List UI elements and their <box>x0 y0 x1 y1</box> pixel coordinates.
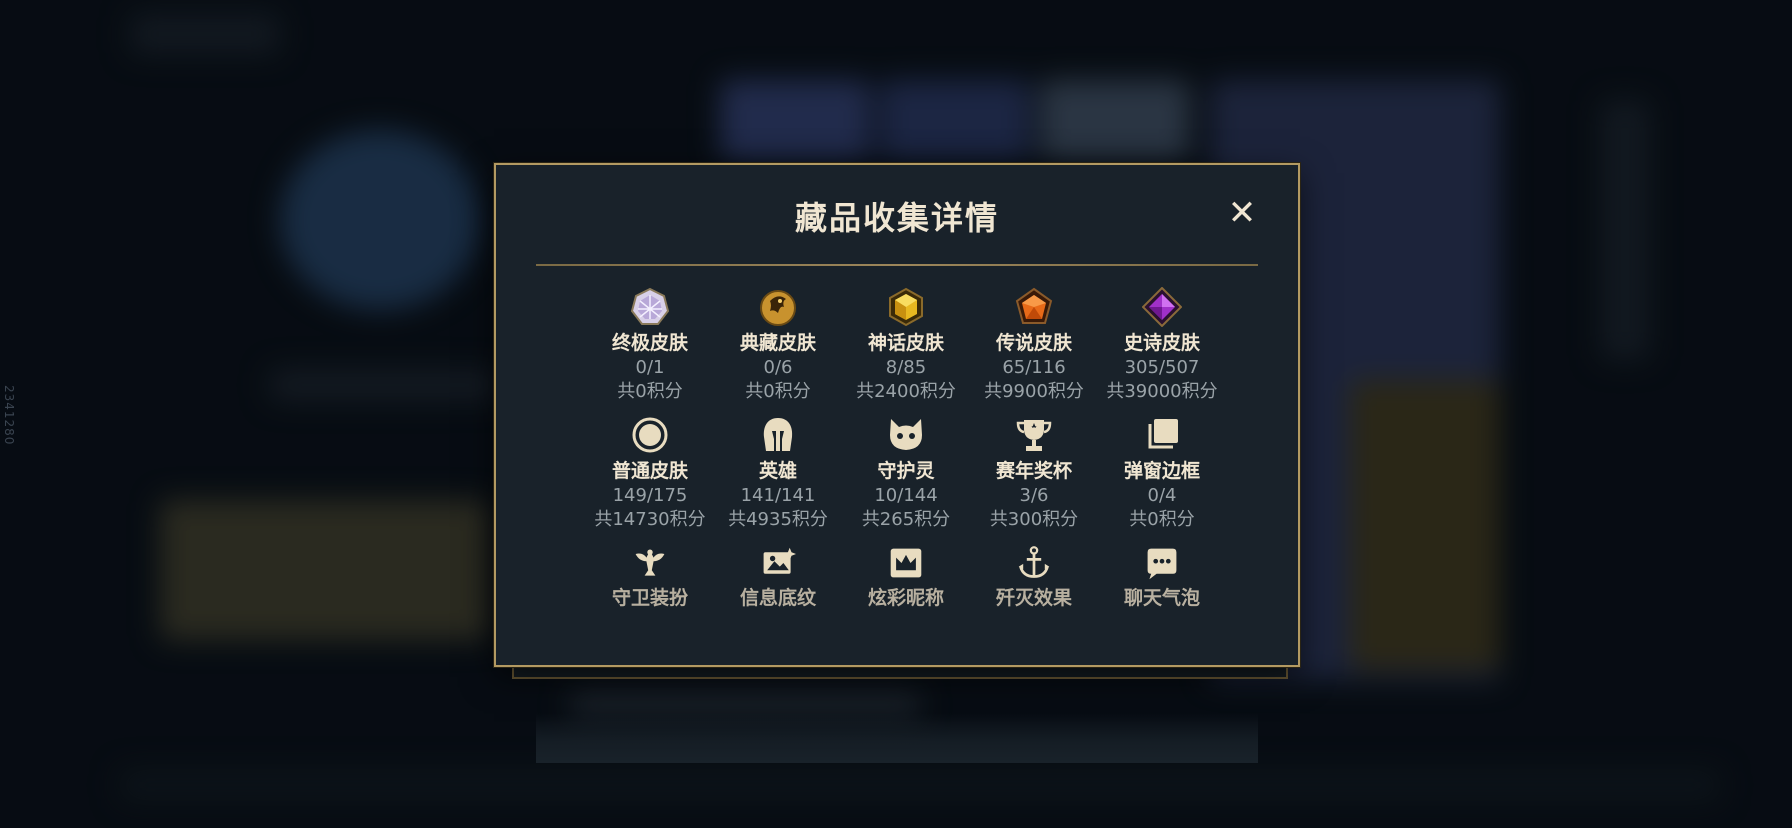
item-label: 守卫装扮 <box>611 587 688 609</box>
profile-banner-icon <box>756 541 800 584</box>
item-label: 典藏皮肤 <box>739 332 816 354</box>
ward-skin-icon <box>628 541 672 584</box>
modal-title: 藏品收集详情 <box>794 199 999 237</box>
item-points: 共0积分 <box>617 381 683 402</box>
item-points: 共9900积分 <box>984 381 1084 402</box>
legendary-skin-gem-icon <box>1012 285 1056 329</box>
collection-item-epic-skin[interactable]: 史诗皮肤 305/507 共39000积分 <box>1098 285 1226 413</box>
champion-helmet-icon <box>756 413 800 457</box>
item-points: 共14730积分 <box>594 509 706 530</box>
collection-row: 普通皮肤 149/175 共14730积分 英雄 141/141 共4935积分… <box>586 413 1226 541</box>
treasured-skin-dragon-icon <box>756 285 800 329</box>
item-points: 共2400积分 <box>856 381 956 402</box>
collection-item-treasured-skin[interactable]: 典藏皮肤 0/6 共0积分 <box>714 285 842 413</box>
item-points: 共300积分 <box>989 509 1079 530</box>
season-trophy-icon <box>1012 413 1056 457</box>
item-label: 史诗皮肤 <box>1123 332 1200 354</box>
collection-item-chat-bubble[interactable]: 聊天气泡 <box>1098 541 1226 611</box>
item-count: 65/116 <box>1002 357 1066 378</box>
annihilation-effect-anchor-icon <box>1012 541 1056 584</box>
collection-item-profile-banner[interactable]: 信息底纹 <box>714 541 842 611</box>
item-label: 歼灭效果 <box>995 587 1072 609</box>
guardian-cat-icon <box>884 413 928 457</box>
colored-nickname-crown-icon <box>884 541 928 584</box>
collection-item-annihilation-effect[interactable]: 歼灭效果 <box>970 541 1098 611</box>
collection-item-common-skin[interactable]: 普通皮肤 149/175 共14730积分 <box>586 413 714 541</box>
item-count: 305/507 <box>1124 357 1200 378</box>
collection-row: 终极皮肤 0/1 共0积分 典藏皮肤 0/6 共0积分 神话皮肤 8/85 共2… <box>586 285 1226 413</box>
collection-item-colored-nickname[interactable]: 炫彩昵称 <box>842 541 970 611</box>
item-label: 赛年奖杯 <box>995 460 1072 482</box>
item-count: 3/6 <box>1019 485 1049 506</box>
collection-item-season-trophy[interactable]: 赛年奖杯 3/6 共300积分 <box>970 413 1098 541</box>
title-divider <box>536 264 1258 266</box>
collection-grid: 终极皮肤 0/1 共0积分 典藏皮肤 0/6 共0积分 神话皮肤 8/85 共2… <box>586 285 1226 611</box>
item-points: 共0积分 <box>745 381 811 402</box>
item-count: 149/175 <box>612 485 688 506</box>
item-points: 共39000积分 <box>1106 381 1218 402</box>
collection-item-popup-frame[interactable]: 弹窗边框 0/4 共0积分 <box>1098 413 1226 541</box>
collection-item-ultimate-skin[interactable]: 终极皮肤 0/1 共0积分 <box>586 285 714 413</box>
epic-skin-gem-icon <box>1140 285 1184 329</box>
item-label: 神话皮肤 <box>867 332 944 354</box>
collection-item-guardian[interactable]: 守护灵 10/144 共265积分 <box>842 413 970 541</box>
item-points: 共0积分 <box>1129 509 1195 530</box>
item-label: 守护灵 <box>877 460 935 482</box>
popup-frame-icon <box>1140 413 1184 457</box>
mythic-skin-gem-icon <box>884 285 928 329</box>
collection-item-mythic-skin[interactable]: 神话皮肤 8/85 共2400积分 <box>842 285 970 413</box>
close-button[interactable]: ✕ <box>1224 195 1260 231</box>
item-count: 0/4 <box>1147 485 1177 506</box>
item-label: 传说皮肤 <box>995 332 1072 354</box>
collection-item-legendary-skin[interactable]: 传说皮肤 65/116 共9900积分 <box>970 285 1098 413</box>
item-points: 共265积分 <box>861 509 951 530</box>
item-label: 普通皮肤 <box>611 460 688 482</box>
side-id-text: 2341280 <box>2 385 16 446</box>
common-skin-circle-icon <box>628 413 672 457</box>
collection-details-modal: 藏品收集详情 ✕ 终极皮肤 0/1 共0积分 典藏皮肤 0/6 共0积分 神话皮… <box>494 163 1300 763</box>
item-label: 终极皮肤 <box>611 332 688 354</box>
item-count: 0/6 <box>763 357 793 378</box>
item-count: 0/1 <box>635 357 665 378</box>
collection-row: 守卫装扮 信息底纹 炫彩昵称 歼灭效果 聊天气泡 <box>586 541 1226 611</box>
item-count: 8/85 <box>885 357 927 378</box>
ultimate-skin-gem-icon <box>628 285 672 329</box>
collection-item-ward-skin[interactable]: 守卫装扮 <box>586 541 714 611</box>
item-label: 弹窗边框 <box>1123 460 1200 482</box>
item-label: 信息底纹 <box>739 587 816 609</box>
collection-item-champion[interactable]: 英雄 141/141 共4935积分 <box>714 413 842 541</box>
chat-bubble-icon <box>1140 541 1184 584</box>
item-label: 聊天气泡 <box>1123 587 1200 609</box>
item-label: 炫彩昵称 <box>867 587 944 609</box>
item-count: 10/144 <box>874 485 938 506</box>
item-label: 英雄 <box>758 460 797 482</box>
item-points: 共4935积分 <box>728 509 828 530</box>
item-count: 141/141 <box>740 485 816 506</box>
